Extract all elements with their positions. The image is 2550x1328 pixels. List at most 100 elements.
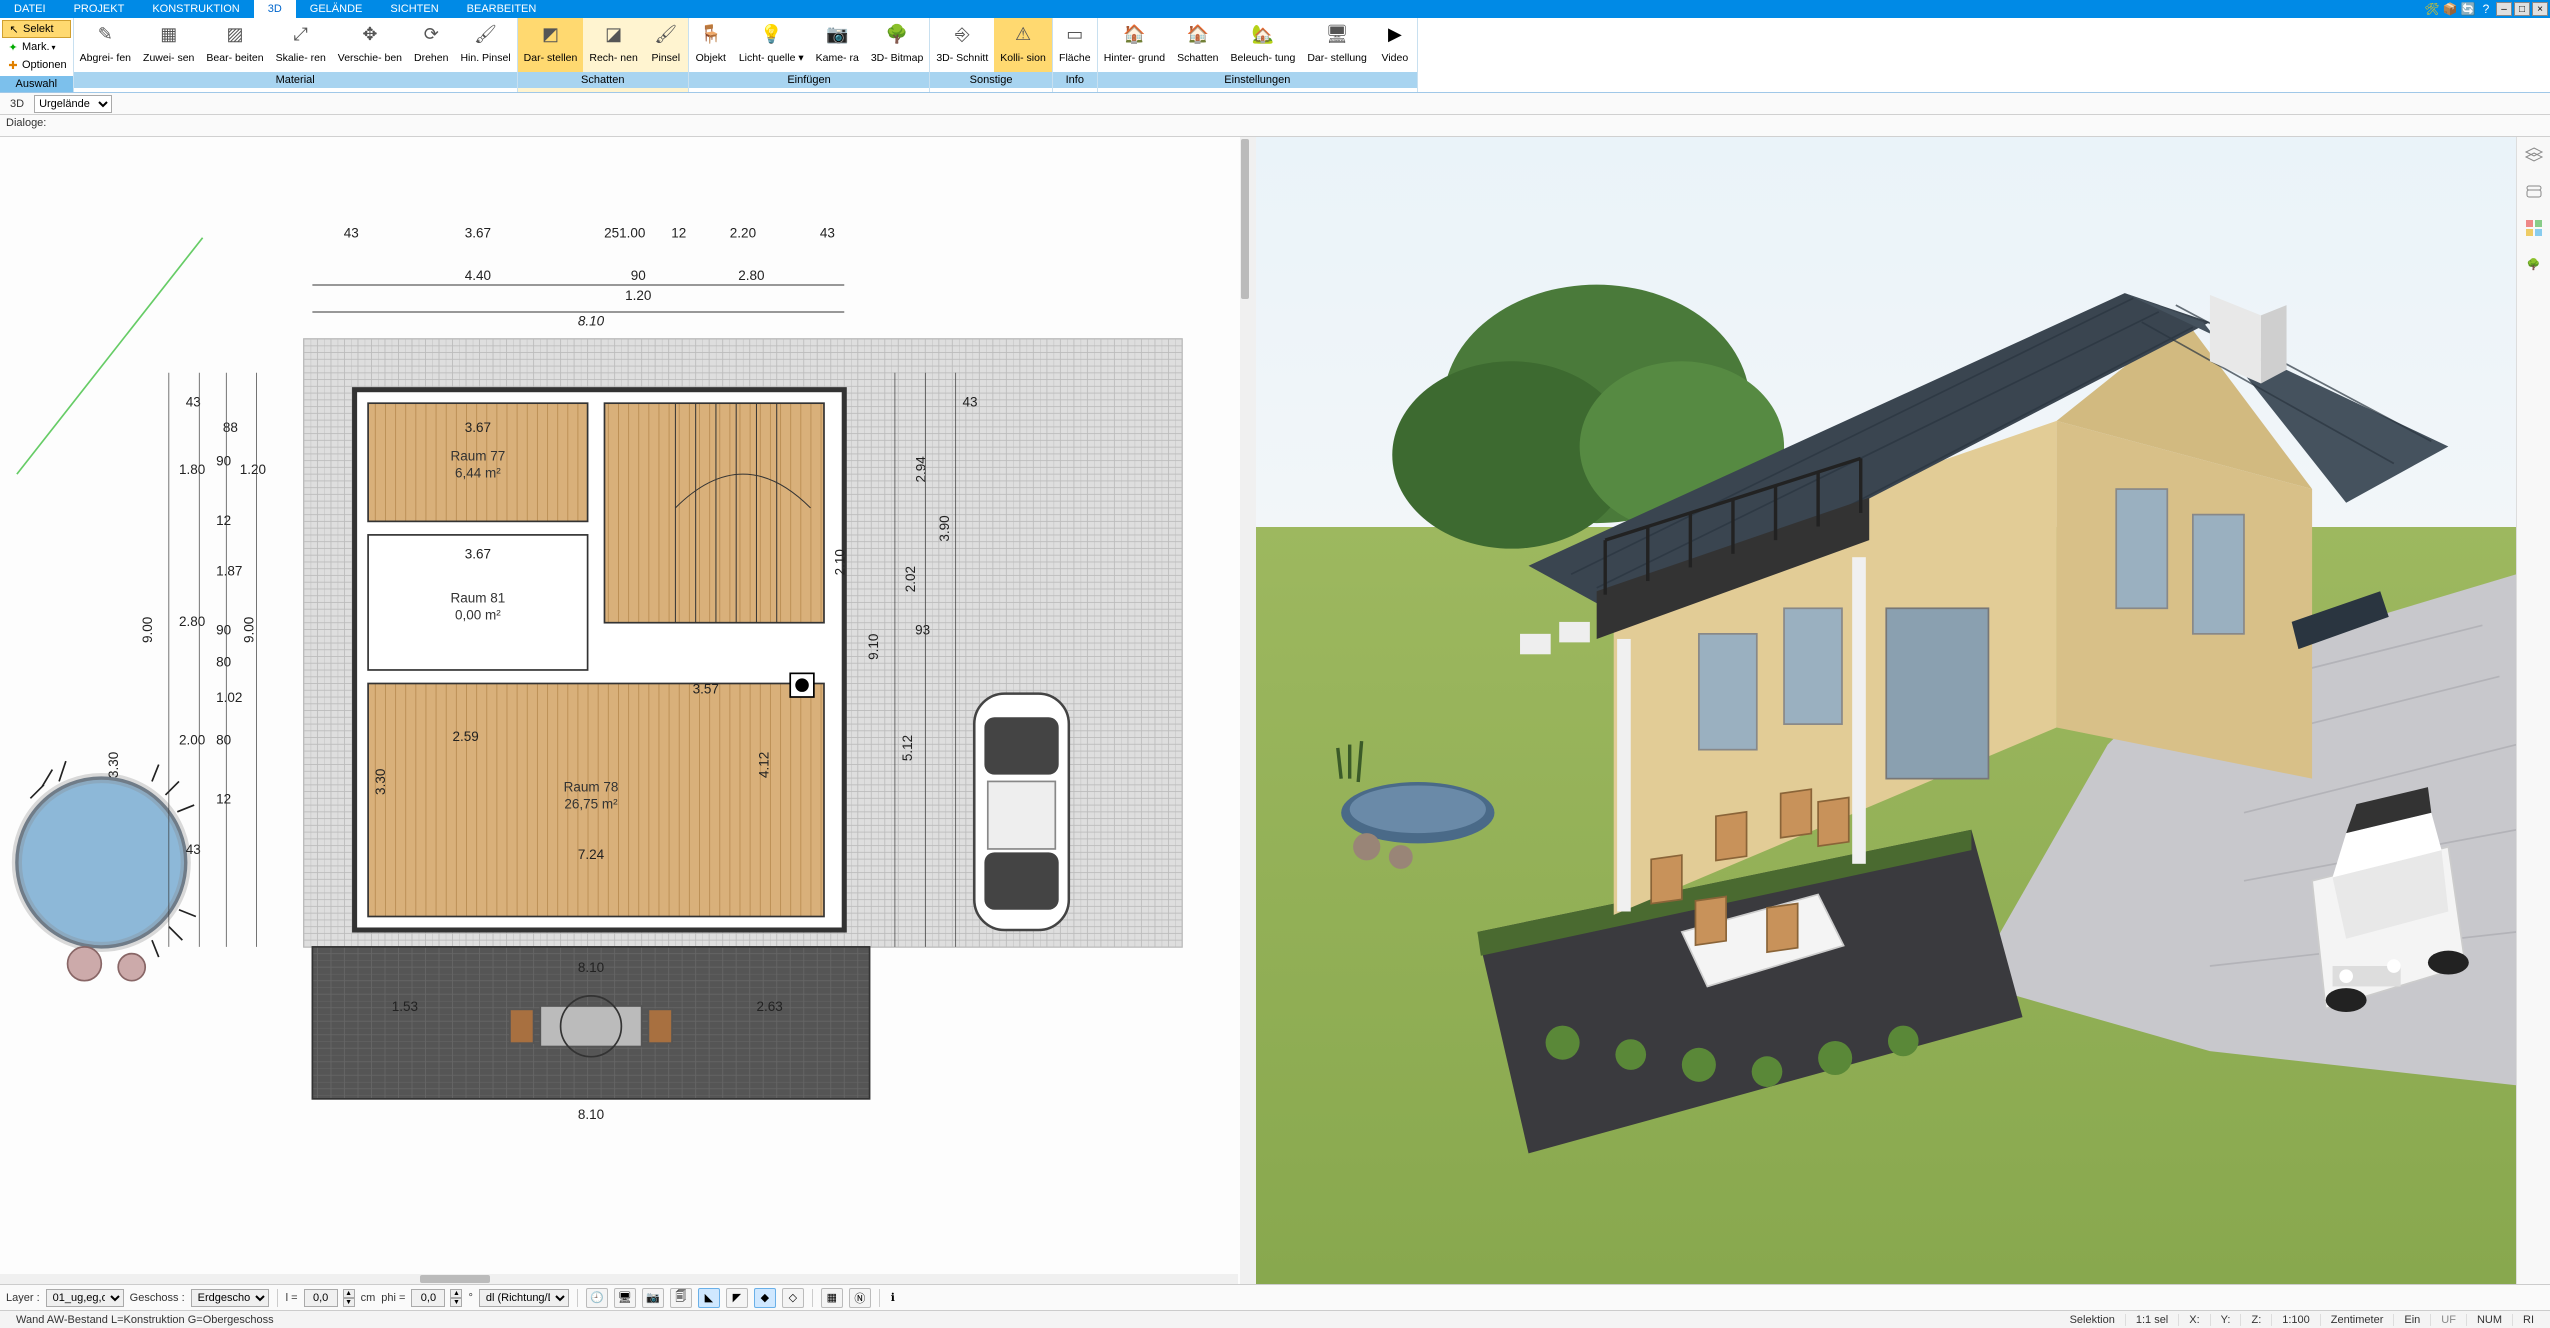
- tool-shade1[interactable]: ◣: [698, 1288, 720, 1308]
- svg-text:5.12: 5.12: [900, 735, 915, 761]
- btn-skalieren[interactable]: ⤢Skalie- ren: [270, 18, 332, 72]
- svg-text:88: 88: [223, 420, 238, 435]
- assign-icon: ▦: [153, 22, 185, 46]
- btn-bearbeiten[interactable]: ▨Bear- beiten: [200, 18, 269, 72]
- svg-text:2.02: 2.02: [903, 566, 918, 592]
- layers-icon[interactable]: [2523, 145, 2545, 167]
- btn-3dbitmap[interactable]: 🌳3D- Bitmap: [865, 18, 930, 72]
- tool-camera2[interactable]: 📷: [642, 1288, 664, 1308]
- svg-text:2.00: 2.00: [179, 732, 205, 747]
- btn-schatten-set[interactable]: 🏠Schatten: [1171, 18, 1224, 72]
- svg-text:3.90: 3.90: [937, 515, 952, 541]
- mark-button[interactable]: Mark.: [22, 41, 50, 53]
- layer-select[interactable]: 01_ug,eg,og: [46, 1289, 124, 1307]
- length-input[interactable]: [304, 1289, 338, 1307]
- svg-text:3.30: 3.30: [373, 769, 388, 795]
- status-selektion: Selektion: [2060, 1314, 2126, 1326]
- tool-clock[interactable]: 🕘: [586, 1288, 608, 1308]
- svg-text:43: 43: [962, 395, 977, 410]
- svg-text:12: 12: [216, 513, 231, 528]
- tool-north[interactable]: Ⓝ: [849, 1288, 871, 1308]
- box-icon[interactable]: 📦: [2442, 1, 2458, 17]
- group-schatten: Schatten: [518, 72, 688, 88]
- btn-lichtquelle[interactable]: 💡Licht- quelle ▾: [733, 18, 810, 72]
- tab-konstruktion[interactable]: KONSTRUKTION: [138, 0, 253, 18]
- tool-copy[interactable]: 🗐: [670, 1288, 692, 1308]
- help-icon[interactable]: ?: [2478, 1, 2494, 17]
- floorplan-view[interactable]: 3.67 Raum 77 6,44 m² 3.67 Raum 81: [0, 137, 1250, 1284]
- bulb-icon: 💡: [755, 22, 787, 46]
- tab-projekt[interactable]: PROJEKT: [60, 0, 139, 18]
- svg-text:90: 90: [216, 623, 231, 638]
- tool-shade2[interactable]: ◤: [726, 1288, 748, 1308]
- terrain-select[interactable]: Urgelände: [34, 95, 112, 113]
- tab-sichten[interactable]: SICHTEN: [376, 0, 452, 18]
- optionen-button[interactable]: Optionen: [22, 59, 67, 71]
- btn-kollision[interactable]: ⚠Kolli- sion: [994, 18, 1052, 72]
- btn-flaeche[interactable]: ▭Fläche: [1053, 18, 1097, 72]
- btn-objekt[interactable]: 🪑Objekt: [689, 18, 733, 72]
- selekt-button[interactable]: Selekt: [23, 23, 54, 35]
- status-scale-sel: 1:1 sel: [2126, 1314, 2179, 1326]
- group-material: Material: [74, 72, 517, 88]
- cursor-icon: ↖: [7, 22, 21, 36]
- scrollbar-horizontal[interactable]: [0, 1274, 1238, 1284]
- minimize-button[interactable]: –: [2496, 2, 2512, 16]
- l-up[interactable]: ▲: [343, 1289, 355, 1298]
- tool-shade4[interactable]: ◇: [782, 1288, 804, 1308]
- tree-tool-icon[interactable]: 🌳: [2523, 253, 2545, 275]
- eyedropper-icon: ✎: [89, 22, 121, 46]
- group-einstellungen: Einstellungen: [1098, 72, 1417, 88]
- sync-icon[interactable]: 🔄: [2460, 1, 2476, 17]
- rotate-icon: ⟳: [415, 22, 447, 46]
- btn-drehen[interactable]: ⟳Drehen: [408, 18, 454, 72]
- btn-kamera[interactable]: 📷Kame- ra: [810, 18, 865, 72]
- l-down[interactable]: ▼: [343, 1298, 355, 1307]
- maximize-button[interactable]: □: [2514, 2, 2530, 16]
- tool-info[interactable]: ℹ: [888, 1288, 898, 1308]
- furniture-icon[interactable]: [2523, 181, 2545, 203]
- light-house-icon: 🏡: [1247, 22, 1279, 46]
- move-icon: ✥: [354, 22, 386, 46]
- scrollbar-vertical[interactable]: [1240, 137, 1250, 1284]
- btn-zuweisen[interactable]: ▦Zuwei- sen: [137, 18, 200, 72]
- tab-3d[interactable]: 3D: [254, 0, 296, 18]
- svg-text:7.24: 7.24: [578, 847, 605, 862]
- btn-abgreifen[interactable]: ✎Abgrei- fen: [74, 18, 137, 72]
- tool-shade3[interactable]: ◆: [754, 1288, 776, 1308]
- tab-bearbeiten[interactable]: BEARBEITEN: [453, 0, 551, 18]
- svg-text:9.10: 9.10: [866, 634, 881, 660]
- phi-down[interactable]: ▼: [450, 1298, 462, 1307]
- btn-verschieben[interactable]: ✥Verschie- ben: [332, 18, 408, 72]
- ribbon: ↖Selekt ✦Mark.▾ ✚Optionen Auswahl ✎Abgre…: [0, 18, 2550, 93]
- tool-icon[interactable]: 🛠: [2424, 1, 2440, 17]
- tool-monitor[interactable]: 🖥: [614, 1288, 636, 1308]
- btn-rechnen[interactable]: ◪Rech- nen: [583, 18, 643, 72]
- palette-icon[interactable]: [2523, 217, 2545, 239]
- tool-grid[interactable]: ▦: [821, 1288, 843, 1308]
- dl-select[interactable]: dl (Richtung/Di: [479, 1289, 569, 1307]
- phi-input[interactable]: [411, 1289, 445, 1307]
- btn-video[interactable]: ▶Video: [1373, 18, 1417, 72]
- btn-darstellung[interactable]: 🖥Dar- stellung: [1301, 18, 1373, 72]
- tab-datei[interactable]: DATEI: [0, 0, 60, 18]
- tab-gelaende[interactable]: GELÄNDE: [296, 0, 377, 18]
- btn-3dschnitt[interactable]: ⎆3D- Schnitt: [930, 18, 994, 72]
- svg-text:8.10: 8.10: [578, 314, 605, 329]
- 3d-view[interactable]: [1256, 137, 2517, 1284]
- cube-shadow-icon: ◩: [535, 22, 567, 46]
- phi-up[interactable]: ▲: [450, 1289, 462, 1298]
- btn-hintergrund[interactable]: 🏠Hinter- grund: [1098, 18, 1171, 72]
- btn-hinpinsel[interactable]: 🖌Hin. Pinsel: [454, 18, 516, 72]
- svg-text:4.40: 4.40: [465, 268, 491, 283]
- close-button[interactable]: ×: [2532, 2, 2548, 16]
- btn-pinsel[interactable]: 🖌Pinsel: [644, 18, 688, 72]
- btn-beleuchtung[interactable]: 🏡Beleuch- tung: [1225, 18, 1302, 72]
- area-icon: ▭: [1059, 22, 1091, 46]
- svg-text:43: 43: [186, 395, 201, 410]
- status-ri: RI: [2513, 1314, 2544, 1326]
- geschoss-select[interactable]: Erdgeschos: [191, 1289, 269, 1307]
- btn-darstellen[interactable]: ◩Dar- stellen: [518, 18, 584, 72]
- svg-text:1.87: 1.87: [216, 563, 242, 578]
- status-left: Wand AW-Bestand L=Konstruktion G=Oberges…: [6, 1314, 284, 1326]
